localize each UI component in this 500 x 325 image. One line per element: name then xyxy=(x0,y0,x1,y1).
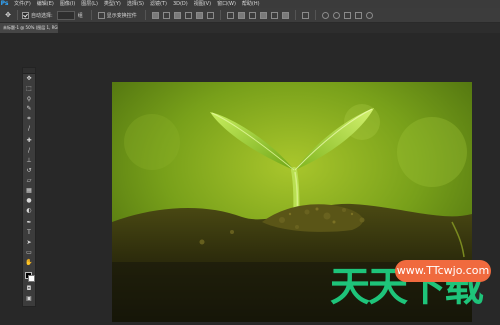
lasso-tool-icon[interactable]: ϙ xyxy=(25,96,33,102)
options-divider xyxy=(314,10,316,20)
3d-drag-icon[interactable] xyxy=(343,11,351,19)
move-tool-icon[interactable]: ✥ xyxy=(25,76,33,82)
document-tab[interactable]: 未标题-1 @ 50% (图层 1, RGB/8) xyxy=(0,23,58,33)
crop-tool-icon[interactable]: ⌗ xyxy=(25,116,33,122)
background-color-swatch[interactable] xyxy=(28,275,35,282)
distribute-center-icon[interactable] xyxy=(237,11,245,19)
gradient-tool-icon[interactable]: ▦ xyxy=(25,188,33,194)
menu-window[interactable]: 窗口(W) xyxy=(214,0,239,8)
eyedropper-tool-icon[interactable]: / xyxy=(25,126,33,132)
distribute-left-icon[interactable] xyxy=(259,11,267,19)
options-divider xyxy=(219,10,221,20)
pen-tool-icon[interactable]: ✒ xyxy=(25,220,33,226)
eraser-tool-icon[interactable]: ▱ xyxy=(25,178,33,184)
3d-scale-icon[interactable] xyxy=(365,11,373,19)
distribute-right-icon[interactable] xyxy=(281,11,289,19)
menu-edit[interactable]: 编辑(E) xyxy=(34,0,57,8)
dodge-tool-icon[interactable]: ◐ xyxy=(25,208,33,214)
photoshop-window: Ps 文件(F) 编辑(E) 图像(I) 图层(L) 类型(Y) 选择(S) 滤… xyxy=(0,0,500,325)
3d-roll-icon[interactable] xyxy=(332,11,340,19)
menu-help[interactable]: 帮助(H) xyxy=(239,0,263,8)
rectangle-tool-icon[interactable]: ▭ xyxy=(25,250,33,256)
screen-mode-icon[interactable]: ▣ xyxy=(25,296,33,302)
menu-view[interactable]: 视图(V) xyxy=(191,0,214,8)
menu-filter[interactable]: 滤镜(T) xyxy=(147,0,170,8)
show-transform-checkbox[interactable] xyxy=(97,11,105,19)
document-tab-strip: 未标题-1 @ 50% (图层 1, RGB/8) xyxy=(0,23,500,33)
distribute-top-icon[interactable] xyxy=(226,11,234,19)
watermark: 天天下载 www.TTcwjo.com xyxy=(330,250,500,325)
menu-type[interactable]: 类型(Y) xyxy=(101,0,124,8)
options-divider xyxy=(294,10,296,20)
auto-align-icon[interactable] xyxy=(301,11,309,19)
align-top-icon[interactable] xyxy=(151,11,159,19)
align-left-icon[interactable] xyxy=(184,11,192,19)
align-bottom-icon[interactable] xyxy=(173,11,181,19)
blur-tool-icon[interactable]: ● xyxy=(25,198,33,204)
options-divider xyxy=(144,10,146,20)
tools-panel-grip[interactable] xyxy=(23,68,35,74)
align-vertical-center-icon[interactable] xyxy=(162,11,170,19)
auto-select-label: 自动选择: xyxy=(31,12,53,19)
menu-layer[interactable]: 图层(L) xyxy=(78,0,101,8)
menu-3d[interactable]: 3D(D) xyxy=(170,0,191,8)
3d-rotate-icon[interactable] xyxy=(321,11,329,19)
quick-select-tool-icon[interactable]: ✎ xyxy=(25,106,33,112)
distribute-bottom-icon[interactable] xyxy=(248,11,256,19)
auto-select-target-dropdown[interactable] xyxy=(56,10,75,20)
menu-select[interactable]: 选择(S) xyxy=(124,0,147,8)
clone-stamp-tool-icon[interactable]: ⊥ xyxy=(25,158,33,164)
menu-image[interactable]: 图像(I) xyxy=(57,0,78,8)
3d-slide-icon[interactable] xyxy=(354,11,362,19)
hand-tool-icon[interactable]: ✋ xyxy=(25,260,33,266)
brush-tool-icon[interactable]: / xyxy=(25,148,33,154)
path-selection-tool-icon[interactable]: ➤ xyxy=(25,240,33,246)
tools-panel: ✥ ⬚ ϙ ✎ ⌗ / ✚ / ⊥ ↺ ▱ ▦ ● ◐ ✒ T ➤ ▭ ✋ ◘ … xyxy=(22,67,36,307)
show-transform-label: 显示变换控件 xyxy=(106,12,137,19)
auto-select-checkbox[interactable] xyxy=(22,11,29,19)
align-horizontal-center-icon[interactable] xyxy=(195,11,203,19)
history-brush-tool-icon[interactable]: ↺ xyxy=(25,168,33,174)
healing-brush-tool-icon[interactable]: ✚ xyxy=(25,138,33,144)
menu-bar: Ps 文件(F) 编辑(E) 图像(I) 图层(L) 类型(Y) 选择(S) 滤… xyxy=(0,0,500,8)
marquee-tool-icon[interactable]: ⬚ xyxy=(25,86,33,92)
distribute-horizontal-icon[interactable] xyxy=(270,11,278,19)
options-divider xyxy=(17,10,18,20)
type-tool-icon[interactable]: T xyxy=(25,230,33,236)
move-tool-preset-icon[interactable]: ✥ xyxy=(3,10,13,20)
auto-select-target-value: 组 xyxy=(77,12,83,19)
options-bar: ✥ 自动选择: 组 显示变换控件 xyxy=(0,8,500,23)
photoshop-logo-icon: Ps xyxy=(0,0,9,7)
watermark-url-badge: www.TTcwjo.com xyxy=(395,260,491,282)
align-right-icon[interactable] xyxy=(206,11,214,19)
menu-file[interactable]: 文件(F) xyxy=(11,0,34,8)
options-divider xyxy=(90,10,92,20)
quick-mask-icon[interactable]: ◘ xyxy=(25,286,33,292)
